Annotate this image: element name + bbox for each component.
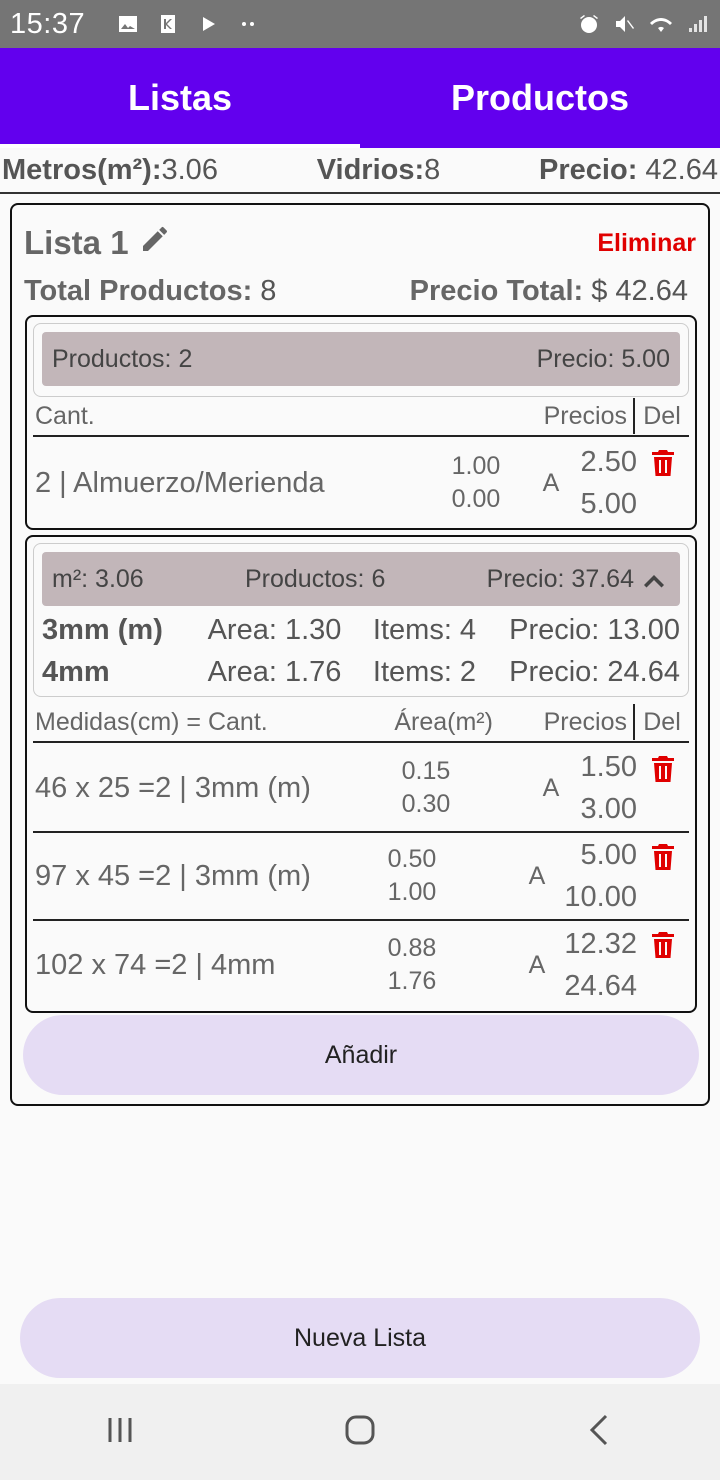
- list-title: Lista 1: [24, 223, 171, 263]
- item-quantities: 1.00 0.00: [451, 452, 501, 513]
- product-group: Productos: 2 Precio: 5.00 Cant. Precios …: [25, 315, 697, 530]
- list-totals: Total Productos: 8 Precio Total: $ 42.64: [24, 275, 688, 308]
- list-item[interactable]: 97 x 45 =2 | 3mm (m) 0.50 1.00 A 5.00 10.0…: [33, 833, 689, 921]
- back-icon[interactable]: [582, 1412, 618, 1453]
- total-products: Total Productos: 8: [24, 275, 277, 307]
- col-prices: Precios: [544, 704, 635, 740]
- item-area: 0.50 1.00: [387, 845, 437, 906]
- group-header[interactable]: m²: 3.06 Productos: 6 Precio: 37.64: [42, 552, 680, 606]
- more-notifications-icon: [235, 11, 261, 37]
- group-header-container: m²: 3.06 Productos: 6 Precio: 37.64 3mm …: [33, 543, 689, 697]
- new-list-button[interactable]: Nueva Lista: [20, 1298, 700, 1378]
- thickness-summary-row: 3mm (m) Area: 1.30 Items: 4 Precio: 13.0…: [42, 613, 680, 646]
- tab-bar: Listas Productos: [0, 48, 720, 148]
- edit-pencil-icon[interactable]: [139, 223, 171, 263]
- col-quantity: Cant.: [35, 401, 95, 430]
- list-item[interactable]: 102 x 74 =2 | 4mm 0.88 1.76 A 12.32 24.64: [33, 921, 689, 1009]
- product-group: m²: 3.06 Productos: 6 Precio: 37.64 3mm …: [25, 535, 697, 1013]
- summary-metros: Metros(m²):3.06: [2, 153, 218, 186]
- group-price-wrap: Precio: 37.64: [487, 565, 670, 594]
- delete-list-button[interactable]: Eliminar: [597, 229, 696, 258]
- col-delete: Del: [643, 707, 681, 736]
- signal-icon: [684, 11, 710, 37]
- trash-icon[interactable]: [637, 931, 689, 959]
- item-area: 0.15 0.30: [401, 757, 451, 818]
- mute-icon: [612, 11, 638, 37]
- list-item[interactable]: 2 | Almuerzo/Merienda 1.00 0.00 A 2.50 5.0…: [33, 439, 689, 527]
- total-price: Precio Total: $ 42.64: [409, 275, 688, 307]
- item-label: 2 | Almuerzo/Merienda: [35, 466, 325, 499]
- status-bar: 15:37: [0, 0, 720, 48]
- list-item[interactable]: 46 x 25 =2 | 3mm (m) 0.15 0.30 A 1.50 3.00: [33, 745, 689, 833]
- item-letter: A: [528, 950, 546, 979]
- item-prices: 2.50 5.00: [580, 446, 637, 520]
- col-delete: Del: [643, 401, 681, 430]
- group-m2: m²: 3.06: [52, 564, 144, 593]
- summary-bar: Metros(m²):3.06 Vidrios:8 Precio: 42.64: [0, 148, 720, 194]
- item-area: 0.88 1.76: [387, 934, 437, 995]
- group-header[interactable]: Productos: 2 Precio: 5.00: [42, 332, 680, 386]
- recent-apps-icon[interactable]: [102, 1412, 138, 1453]
- system-nav-bar: [0, 1384, 720, 1480]
- alarm-icon: [576, 11, 602, 37]
- play-notification-icon: [195, 11, 221, 37]
- item-letter: A: [542, 773, 560, 802]
- tab-listas[interactable]: Listas: [0, 48, 360, 148]
- group-header-container: Productos: 2 Precio: 5.00: [33, 323, 689, 397]
- summary-vidrios: Vidrios:8: [316, 153, 441, 186]
- trash-icon[interactable]: [637, 843, 689, 871]
- column-header: Cant. Precios Del: [33, 397, 689, 437]
- list-card: Lista 1 Eliminar Total Productos: 8 Prec…: [10, 203, 710, 1106]
- home-icon[interactable]: [342, 1412, 378, 1453]
- col-measures: Medidas(cm) = Cant.: [35, 707, 268, 736]
- group-products-count: Productos: 6: [245, 564, 386, 593]
- thickness-summary-row: 4mm Area: 1.76 Items: 2 Precio: 24.64: [42, 655, 680, 688]
- item-prices: 5.00 10.00: [564, 839, 637, 913]
- column-header: Medidas(cm) = Cant. Área(m²) Precios Del: [33, 703, 689, 743]
- summary-precio: Precio: 42.64: [539, 153, 718, 186]
- clock: 15:37: [10, 7, 86, 40]
- image-notification-icon: [115, 11, 141, 37]
- item-label: 46 x 25 =2 | 3mm (m): [35, 771, 311, 804]
- item-label: 102 x 74 =2 | 4mm: [35, 948, 276, 981]
- item-letter: A: [528, 861, 546, 890]
- item-letter: A: [542, 468, 560, 497]
- col-area: Área(m²): [394, 707, 493, 736]
- group-price: Precio: 5.00: [536, 344, 670, 373]
- app-notification-icon: [155, 11, 181, 37]
- add-button[interactable]: Añadir: [23, 1015, 699, 1095]
- group-price: Precio: 37.64: [486, 564, 634, 593]
- item-label: 97 x 45 =2 | 3mm (m): [35, 859, 311, 892]
- trash-icon[interactable]: [637, 449, 689, 477]
- item-prices: 12.32 24.64: [564, 928, 637, 1002]
- tab-productos[interactable]: Productos: [360, 48, 720, 148]
- col-prices: Precios: [544, 398, 635, 434]
- item-prices: 1.50 3.00: [580, 751, 637, 825]
- chevron-up-icon[interactable]: [642, 569, 670, 589]
- trash-icon[interactable]: [637, 755, 689, 783]
- list-name: Lista 1: [24, 224, 129, 261]
- group-products-count: Productos: 2: [52, 344, 193, 373]
- wifi-icon: [648, 11, 674, 37]
